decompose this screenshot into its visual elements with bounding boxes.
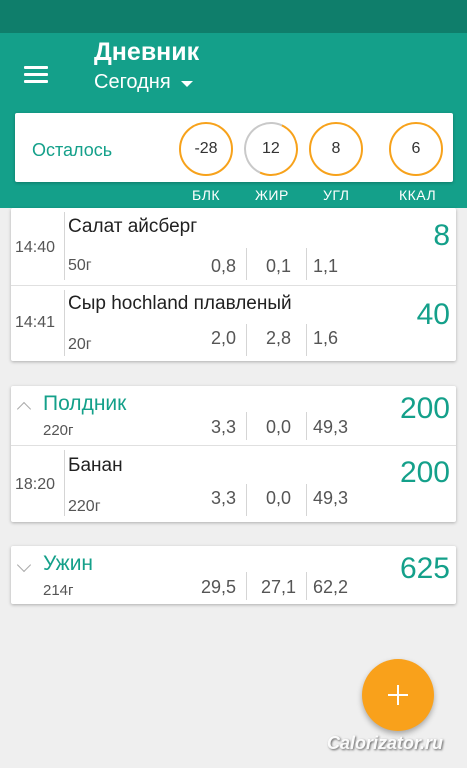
food-row[interactable]: 18:20 Банан 220г 3,3 0,0 49,3 200	[11, 446, 456, 522]
carbs-remaining-ring: 8	[309, 122, 363, 176]
meal-carbs: 49,3	[313, 417, 349, 437]
food-fat: 0,0	[265, 488, 291, 508]
meal-title: Ужин	[43, 552, 94, 575]
food-weight: 50г	[68, 257, 92, 274]
meal-header-dinner[interactable]: Ужин 214г 29,5 27,1 62,2 625	[11, 546, 456, 604]
carbs-label: УГЛ	[323, 187, 350, 203]
food-fat: 2,8	[265, 328, 291, 348]
food-protein: 0,8	[210, 256, 236, 276]
date-filter-label: Сегодня	[94, 71, 171, 93]
page-title: Дневник	[94, 38, 200, 66]
meal-card-items: 14:40 Салат айсберг 50г 0,8 0,1 1,1 8 14…	[11, 208, 456, 361]
food-kcal: 8	[433, 219, 450, 252]
meal-fat: 27,1	[260, 577, 296, 597]
food-name: Банан	[68, 455, 123, 476]
food-kcal: 200	[399, 456, 450, 489]
food-time: 14:41	[15, 314, 56, 331]
food-time: 18:20	[15, 476, 56, 493]
hamburger-icon[interactable]	[16, 55, 56, 95]
food-carbs: 49,3	[313, 488, 349, 508]
watermark: Calorizator.ru	[326, 733, 443, 753]
meal-weight: 214г	[43, 582, 74, 599]
food-fat: 0,1	[265, 256, 291, 276]
food-weight: 220г	[68, 498, 101, 515]
food-carbs: 1,1	[313, 256, 339, 276]
meal-card-dinner: Ужин 214г 29,5 27,1 62,2 625	[11, 546, 456, 604]
kcal-label: ККАЛ	[399, 187, 437, 203]
meal-title: Полдник	[43, 392, 127, 415]
meal-carbs: 62,2	[313, 577, 349, 597]
food-protein: 3,3	[210, 488, 236, 508]
food-name: Салат айсберг	[68, 216, 198, 237]
food-row[interactable]: 14:40 Салат айсберг 50г 0,8 0,1 1,1 8	[11, 208, 456, 285]
collapse-chevron-icon[interactable]	[16, 401, 32, 417]
status-bar	[0, 0, 467, 33]
meal-protein: 29,5	[200, 577, 236, 597]
meal-card-snack: Полдник 220г 3,3 0,0 49,3 200 18:20 Бана…	[11, 386, 456, 522]
food-carbs: 1,6	[313, 328, 339, 348]
macro-labels: БЛК ЖИР УГЛ ККАЛ	[0, 187, 467, 207]
meal-fat: 0,0	[265, 417, 291, 437]
food-weight: 20г	[68, 336, 92, 353]
dropdown-caret-icon	[180, 80, 193, 87]
remaining-label: Осталось	[32, 140, 113, 160]
meal-header-snack[interactable]: Полдник 220г 3,3 0,0 49,3 200	[11, 386, 456, 444]
food-kcal: 40	[416, 298, 450, 331]
meal-kcal: 200	[399, 392, 450, 425]
protein-label: БЛК	[192, 187, 221, 203]
fat-remaining-ring: 12	[236, 114, 306, 184]
date-filter-dropdown[interactable]: Сегодня	[94, 71, 193, 94]
meal-weight: 220г	[43, 422, 74, 439]
fat-label: ЖИР	[255, 187, 289, 203]
food-time: 14:40	[15, 239, 56, 256]
protein-remaining-ring: -28	[179, 122, 233, 176]
add-food-button[interactable]	[362, 659, 434, 731]
food-row[interactable]: 14:41 Сыр hochland плавленый 20г 2,0 2,8…	[11, 286, 456, 361]
meal-kcal: 625	[399, 552, 450, 585]
expand-chevron-icon[interactable]	[16, 557, 32, 573]
kcal-remaining-ring: 6	[389, 122, 443, 176]
meal-protein: 3,3	[210, 417, 236, 437]
food-name: Сыр hochland плавленый	[68, 293, 292, 314]
remaining-summary-card: Осталось -28 12 8 6	[15, 113, 453, 184]
food-protein: 2,0	[210, 328, 236, 348]
